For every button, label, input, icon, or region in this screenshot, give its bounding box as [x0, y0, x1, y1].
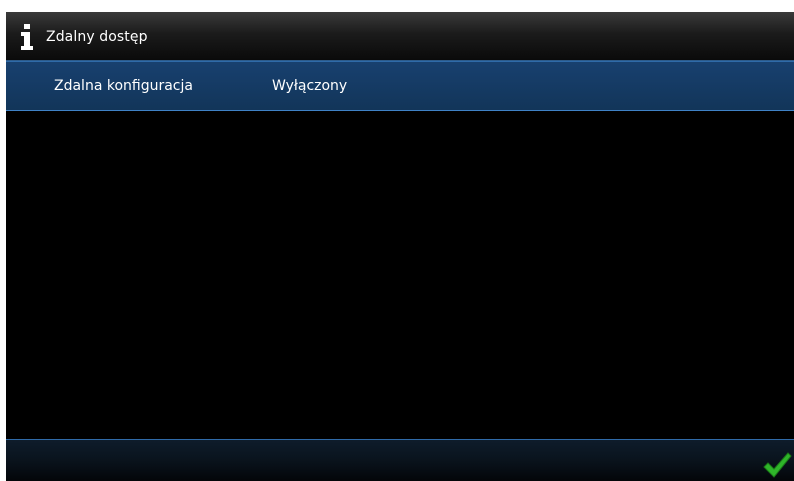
setting-label: Zdalna konfiguracja [54, 78, 193, 94]
setting-row-remote-config[interactable]: Zdalna konfiguracja Wyłączony [6, 61, 794, 111]
screen: Zdalny dostęp Zdalna konfiguracja Wyłącz… [6, 12, 794, 481]
title-bar: Zdalny dostęp [6, 12, 794, 61]
checkmark-icon[interactable] [762, 450, 792, 480]
page-title: Zdalny dostęp [46, 29, 148, 45]
footer-bar [6, 439, 794, 481]
info-icon [21, 24, 33, 50]
setting-value[interactable]: Wyłączony [272, 78, 347, 94]
